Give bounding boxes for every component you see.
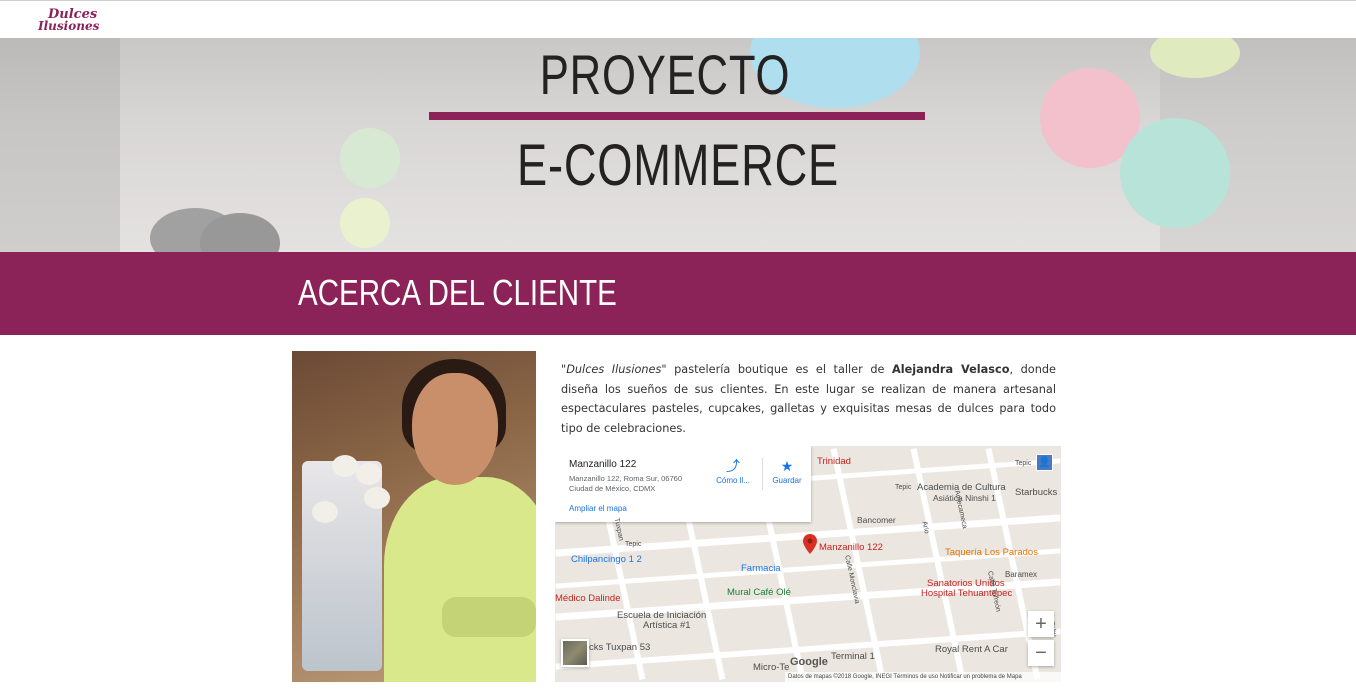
hero-banner: PROYECTO E-COMMERCE [0,38,1356,252]
place-title: Manzanillo 122 [569,459,637,470]
poi-farmacia[interactable]: Farmacia [741,563,781,574]
poi-mural-cafe[interactable]: Mural Café Olé [727,587,791,598]
poi-micro-te[interactable]: Micro-Te [753,662,789,673]
poi-taqueria[interactable]: Taquería Los Parados [945,547,1038,558]
hero-divider [429,112,925,120]
poi-academia-line2: Asiática Ninshi 1 [933,493,996,503]
save-button[interactable]: ★ Guardar [765,458,809,485]
google-logo: Google [790,656,828,668]
map-footer[interactable]: Datos de mapas ©2018 Google, INEGI Térmi… [785,672,1061,682]
place-address: Manzanillo 122, Roma Sur, 06760 Ciudad d… [569,474,682,493]
zoom-out-button[interactable]: − [1028,640,1054,666]
street-tepic-1: Tepic [1015,460,1032,467]
street-view-pegman-icon[interactable]: 👤 [1036,454,1053,471]
poi-medico-dalinde[interactable]: Médico Dalinde [555,593,620,604]
map-marker-icon[interactable] [803,534,817,554]
section-header-band: ACERCA DEL CLIENTE [0,252,1356,335]
poi-bancomer[interactable]: Bancomer [857,515,896,525]
directions-button[interactable]: ⤴ Cómo ll... [711,458,755,485]
poi-trinidad[interactable]: Trinidad [817,456,851,467]
top-bar: Dulces Ilusiones [0,0,1356,38]
client-photo [292,351,536,682]
star-icon: ★ [780,458,794,474]
poi-academia[interactable]: Academia de Cultura [917,482,1006,493]
hero-title-line1: PROYECTO [539,43,791,106]
directions-icon: ⤴ [726,458,740,474]
satellite-toggle[interactable] [561,639,589,667]
zoom-in-button[interactable]: + [1028,611,1054,637]
card-divider [762,458,763,490]
marker-label: Manzanillo 122 [819,542,883,553]
owner-name: Alejandra Velasco [892,363,1010,376]
client-description: "Dulces Ilusiones" pastelería boutique e… [561,360,1056,438]
street-tepic-2: Tepic [895,484,912,491]
google-map[interactable]: Manzanillo 122 Manzanillo 122, Roma Sur,… [555,446,1061,682]
poi-chilpancingo[interactable]: Chilpancingo 1 2 [571,554,642,565]
save-label: Guardar [772,476,802,485]
dulces-ilusiones-logo[interactable]: Dulces Ilusiones [36,7,100,35]
brand-name-quote: "Dulces Ilusiones" [561,363,667,376]
description-part1: pastelería boutique es el taller de [666,363,893,376]
poi-tuxpan-53[interactable]: cks Tuxpan 53 [589,642,650,653]
place-card: Manzanillo 122 Manzanillo 122, Roma Sur,… [555,446,811,522]
poi-terminal-1[interactable]: Terminal 1 [831,651,875,662]
hero-title-line2: E-COMMERCE [517,133,839,198]
poi-baramex[interactable]: Baramex [1005,570,1037,579]
directions-label: Cómo ll... [716,476,750,485]
poi-escuela-line2: Artística #1 [643,620,691,631]
street-tepic-3: Tepic [625,541,642,548]
enlarge-map-link[interactable]: Ampliar el mapa [569,504,627,513]
poi-starbucks[interactable]: Starbucks [1015,487,1057,498]
section-title: ACERCA DEL CLIENTE [298,272,617,313]
poi-royal-rent[interactable]: Royal Rent A Car [935,644,1008,655]
logo-line2: Ilusiones [38,19,100,33]
